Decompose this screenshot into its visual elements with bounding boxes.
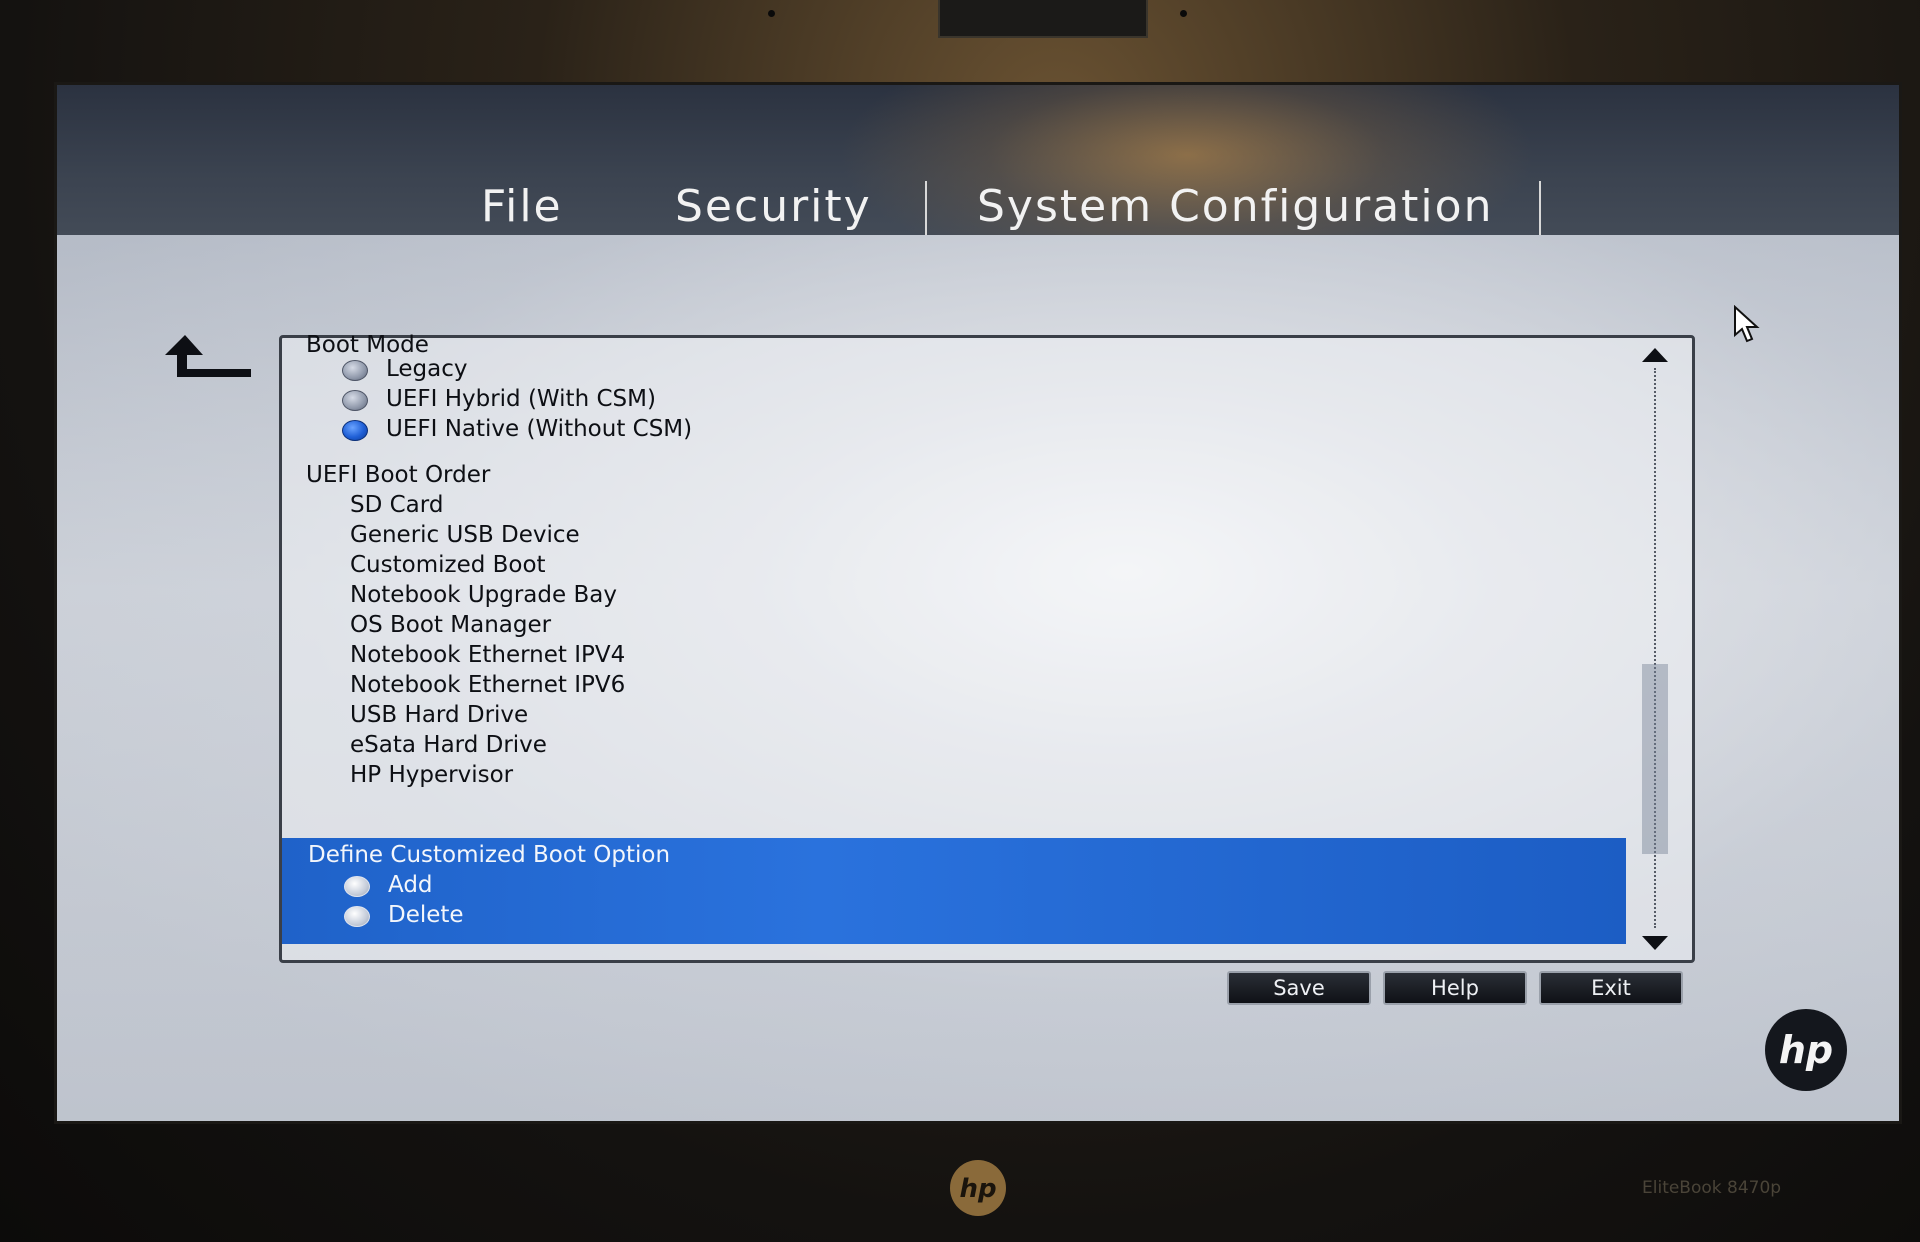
boot-order-item[interactable]: Customized Boot — [350, 552, 546, 578]
mouse-cursor-icon — [1734, 305, 1760, 343]
boot-mode-option-legacy[interactable]: Legacy — [386, 356, 468, 382]
boot-order-item[interactable]: Notebook Ethernet IPV6 — [350, 672, 625, 698]
hp-logo-text: hp — [1779, 1028, 1833, 1072]
custom-boot-option-highlight[interactable]: Define Customized Boot Option Add Delete — [282, 838, 1626, 944]
model-label: EliteBook 8470p — [1642, 1178, 1782, 1198]
bios-screen: File Security System Configuration Boot … — [54, 82, 1902, 1124]
microphone-dot — [1180, 10, 1187, 17]
boot-order-item[interactable]: USB Hard Drive — [350, 702, 528, 728]
radio-uefi-native-selected[interactable] — [342, 420, 368, 441]
save-button[interactable]: Save — [1227, 971, 1371, 1005]
custom-boot-heading: Define Customized Boot Option — [308, 842, 671, 868]
custom-boot-option-delete[interactable]: Delete — [388, 902, 464, 928]
webcam-housing — [938, 0, 1148, 38]
uefi-boot-order-heading: UEFI Boot Order — [306, 462, 491, 488]
scroll-up-arrow-icon[interactable] — [1640, 346, 1670, 364]
exit-button[interactable]: Exit — [1539, 971, 1683, 1005]
scrollbar[interactable] — [1640, 346, 1670, 952]
help-button[interactable]: Help — [1383, 971, 1527, 1005]
boot-order-item[interactable]: OS Boot Manager — [350, 612, 551, 638]
scroll-down-arrow-icon[interactable] — [1640, 934, 1670, 952]
boot-order-item[interactable]: eSata Hard Drive — [350, 732, 547, 758]
custom-boot-option-add[interactable]: Add — [388, 872, 433, 898]
boot-order-item[interactable]: SD Card — [350, 492, 443, 518]
menu-system-configuration[interactable]: System Configuration — [977, 181, 1493, 232]
menu-bar: File Security System Configuration — [57, 85, 1899, 285]
boot-order-item[interactable]: Notebook Upgrade Bay — [350, 582, 617, 608]
boot-mode-heading: Boot Mode — [306, 332, 429, 358]
boot-mode-option-uefi-hybrid[interactable]: UEFI Hybrid (With CSM) — [386, 386, 656, 412]
radio-legacy[interactable] — [342, 360, 368, 381]
scroll-thumb[interactable] — [1642, 664, 1668, 854]
hp-logo-icon: hp — [1765, 1009, 1847, 1091]
menu-separator — [1539, 181, 1541, 237]
radio-add[interactable] — [344, 876, 370, 897]
boot-mode-option-uefi-native[interactable]: UEFI Native (Without CSM) — [386, 416, 692, 442]
menu-file[interactable]: File — [481, 181, 563, 232]
hp-bezel-logo-icon: hp — [950, 1160, 1006, 1216]
back-arrow-icon[interactable] — [163, 333, 255, 383]
ambient-sensor — [768, 10, 775, 17]
hp-bezel-logo-text: hp — [959, 1174, 996, 1204]
radio-delete[interactable] — [344, 906, 370, 927]
boot-order-item[interactable]: Notebook Ethernet IPV4 — [350, 642, 625, 668]
boot-order-item[interactable]: HP Hypervisor — [350, 762, 513, 788]
settings-panel: Boot Mode Legacy UEFI Hybrid (With CSM) … — [279, 332, 1695, 963]
menu-separator — [925, 181, 927, 237]
boot-order-item[interactable]: Generic USB Device — [350, 522, 580, 548]
menu-security[interactable]: Security — [675, 181, 872, 232]
radio-uefi-hybrid[interactable] — [342, 390, 368, 411]
